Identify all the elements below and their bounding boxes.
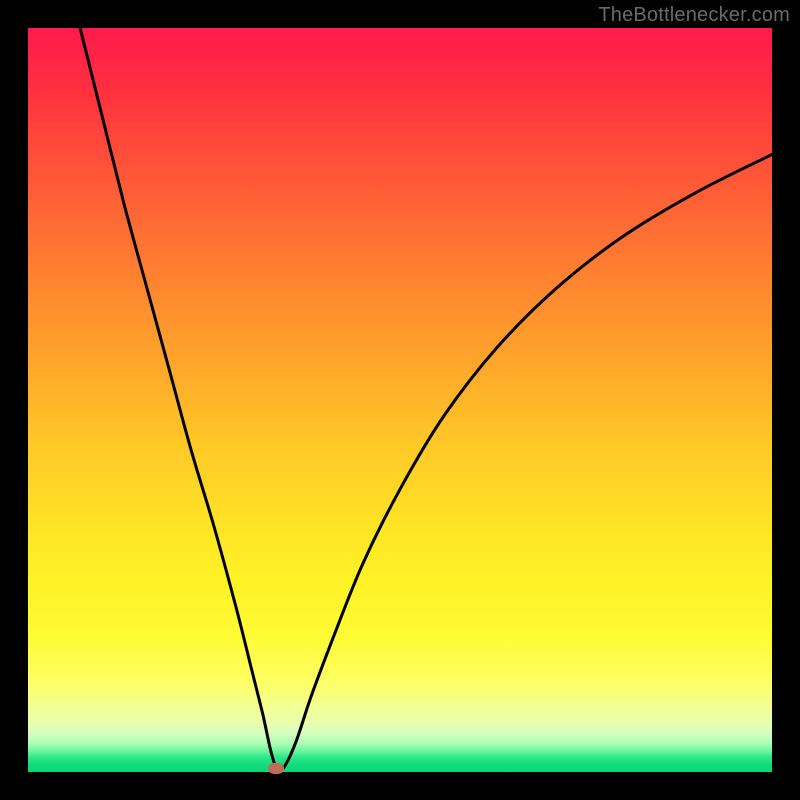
chart-frame: TheBottlenecker.com xyxy=(0,0,800,800)
plot-area xyxy=(28,28,772,772)
minimum-marker xyxy=(268,763,284,774)
bottleneck-curve xyxy=(80,28,772,771)
curve-svg xyxy=(28,28,772,772)
watermark-text: TheBottlenecker.com xyxy=(598,4,790,27)
